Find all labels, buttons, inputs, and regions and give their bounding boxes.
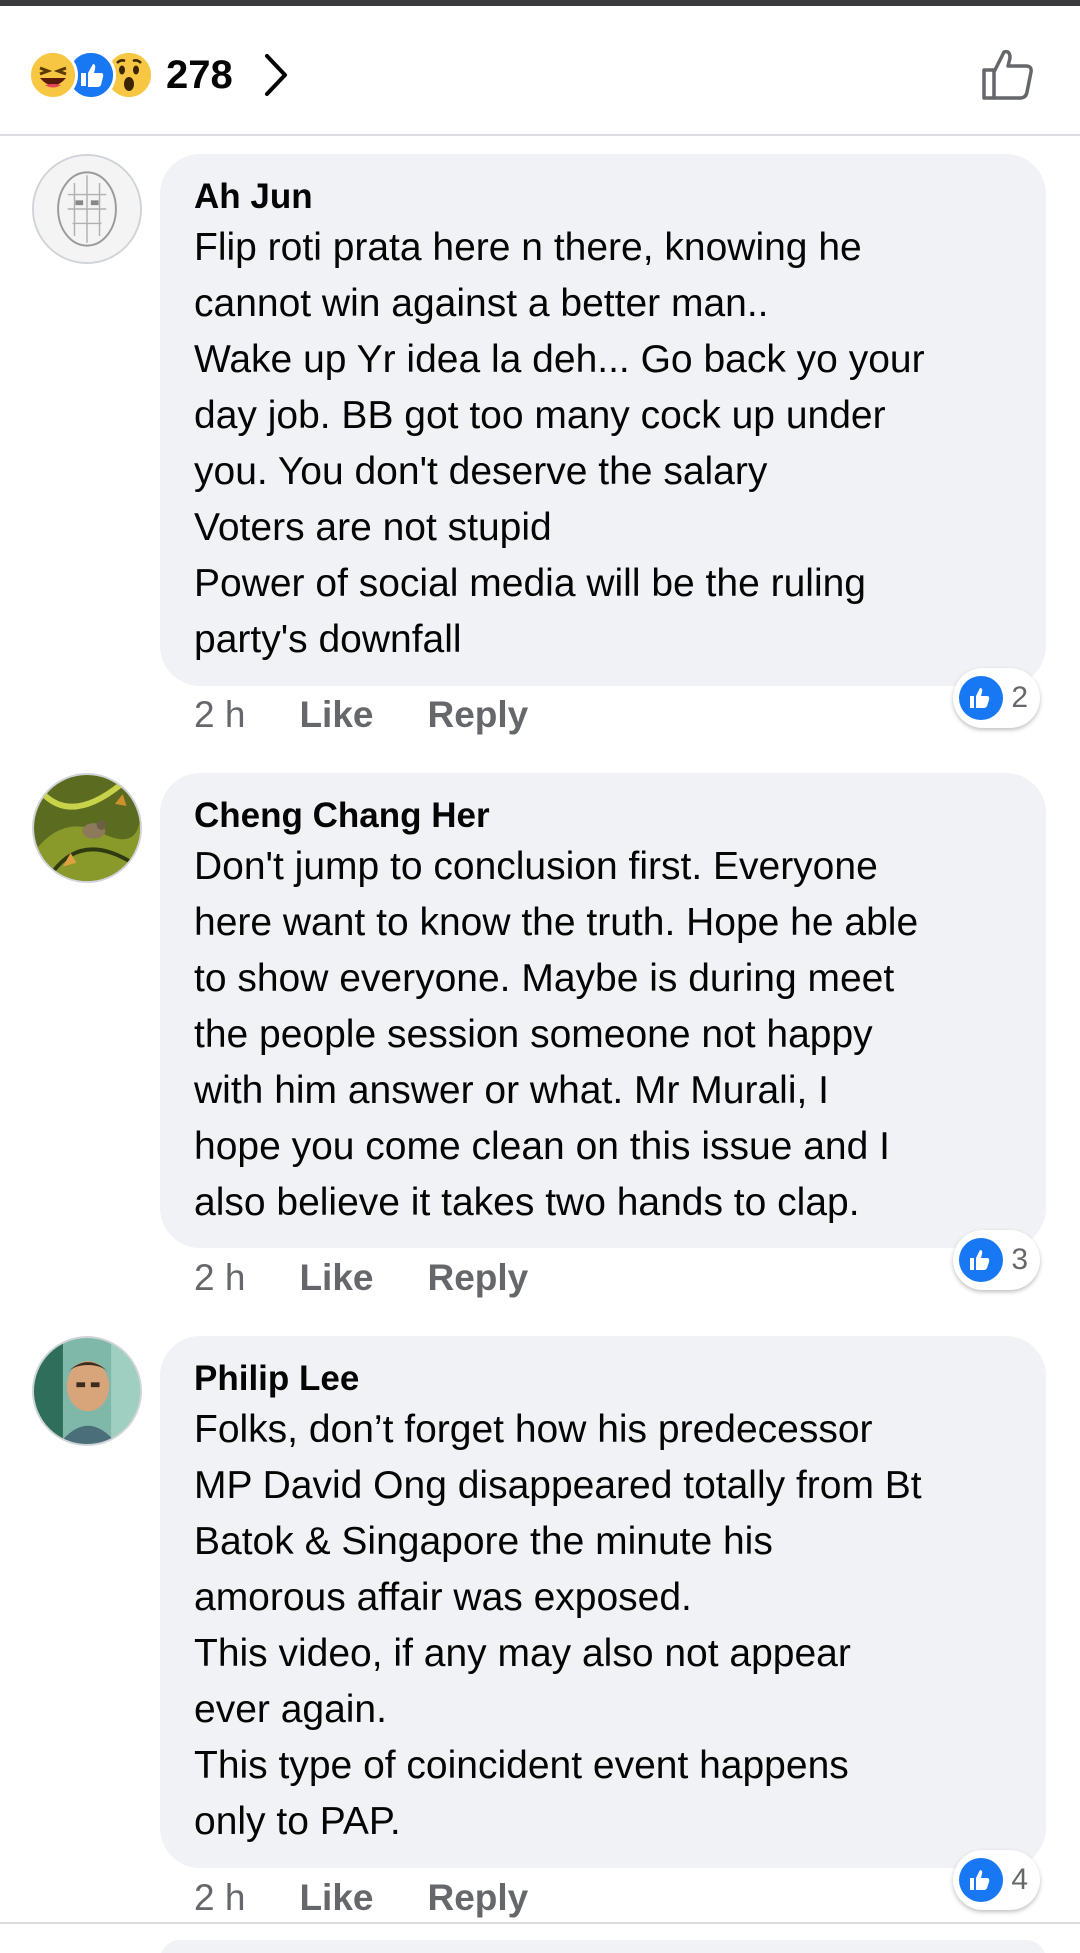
reactions-header: 278 <box>0 6 1080 136</box>
like-count: 4 <box>1011 1863 1028 1896</box>
comment-bubble: Philip Lee Folks, don’t forget how his p… <box>160 1336 1046 1868</box>
like-count-badge[interactable]: 2 <box>953 668 1040 728</box>
haha-icon <box>28 50 78 100</box>
comment-author[interactable]: Cheng Chang Her <box>194 795 1012 837</box>
divider <box>0 1922 1080 1924</box>
chevron-right-icon <box>264 54 287 96</box>
like-icon <box>959 1858 1004 1902</box>
comment-text: Flip roti prata here n there, knowing he… <box>194 226 925 661</box>
comment-bubble: Ah Jun Flip roti prata here n there, kno… <box>160 154 1046 686</box>
comment-text: Folks, don’t forget how his predecessor … <box>194 1408 922 1843</box>
avatar[interactable] <box>32 773 142 883</box>
like-button[interactable]: Like <box>299 1877 373 1919</box>
comment-timestamp[interactable]: 2 h <box>194 1257 245 1299</box>
like-count: 2 <box>1011 681 1028 714</box>
avatar[interactable] <box>32 1336 142 1446</box>
reply-button[interactable]: Reply <box>427 1877 528 1919</box>
reaction-count: 278 <box>166 52 233 97</box>
like-button[interactable]: Like <box>299 694 373 736</box>
comment-actions: 2 h Like Reply <box>194 690 582 740</box>
like-button[interactable]: Like <box>299 1257 373 1299</box>
like-count: 3 <box>1011 1243 1028 1276</box>
comment-author[interactable]: Philip Lee <box>194 1358 1012 1400</box>
reactions-summary[interactable]: 278 <box>28 46 291 104</box>
reply-button[interactable]: Reply <box>427 694 528 736</box>
comment-author[interactable]: Ah Jun <box>194 176 1012 218</box>
next-comment-bubble <box>160 1940 1046 1953</box>
comment-timestamp[interactable]: 2 h <box>194 1877 245 1919</box>
like-icon <box>959 1238 1004 1282</box>
like-outline-icon[interactable] <box>978 44 1038 104</box>
avatar[interactable] <box>32 154 142 264</box>
like-count-badge[interactable]: 4 <box>953 1850 1040 1910</box>
comment-bubble: Cheng Chang Her Don't jump to conclusion… <box>160 773 1046 1248</box>
reply-button[interactable]: Reply <box>427 1257 528 1299</box>
like-icon <box>959 676 1004 720</box>
comment-text: Don't jump to conclusion first. Everyone… <box>194 845 919 1224</box>
comment-actions: 2 h Like Reply <box>194 1873 582 1923</box>
comment-actions: 2 h Like Reply <box>194 1253 582 1303</box>
comment-timestamp[interactable]: 2 h <box>194 694 245 736</box>
like-count-badge[interactable]: 3 <box>953 1230 1040 1290</box>
